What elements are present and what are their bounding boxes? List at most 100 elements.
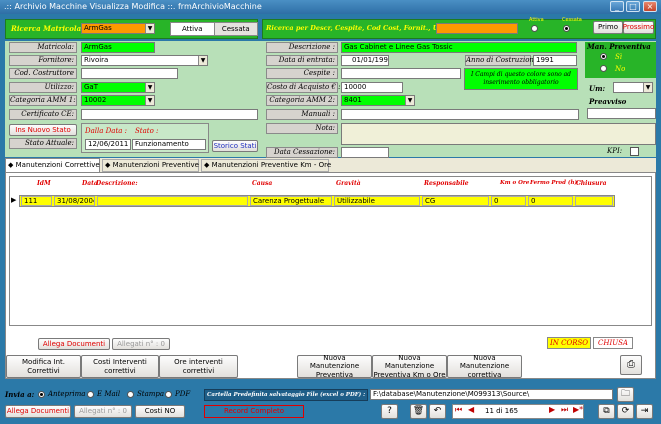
anno-costruzione-input[interactable]: 1991 — [533, 55, 577, 66]
row-selector-icon[interactable]: ▶ — [11, 196, 16, 204]
kpi-checkbox[interactable] — [630, 147, 639, 156]
print-preview-icon[interactable]: ⎙ — [620, 355, 642, 375]
filter-cessata-radio[interactable] — [563, 25, 570, 32]
matricola-label: Matricola: — [9, 42, 77, 53]
categoria-amm2-value: 8401 — [344, 96, 362, 104]
cell-causa: Carenza Progettuale — [250, 196, 332, 206]
allega-documenti-button[interactable]: Allega Documenti — [38, 338, 110, 350]
tab-manutenzioni-correttive[interactable]: ◆ Manutenzioni Correttive — [5, 158, 100, 172]
col-fermo-prod: Fermo Prod (h) : — [530, 180, 582, 186]
prev-record-icon[interactable]: ◀ — [468, 405, 474, 414]
descrizione-label: Descrizione : — [266, 42, 338, 53]
ricerca-matricola-combo[interactable]: ArmGas ▼ — [81, 23, 155, 34]
first-record-icon[interactable]: ⏮ — [455, 405, 462, 415]
storico-stati-button[interactable]: Storico Stati — [212, 140, 258, 152]
data-entrata-input[interactable]: 01/01/1991 — [341, 55, 389, 66]
cell-gravita: Utilizzabile — [334, 196, 420, 206]
new-record-icon[interactable]: ▶* — [573, 405, 583, 414]
next-record-icon[interactable]: ▶ — [549, 405, 555, 414]
primo-button[interactable]: Primo — [593, 21, 623, 34]
prossimo-button[interactable]: Prossimo — [623, 21, 654, 34]
chiusa-legend: CHIUSA — [593, 337, 633, 349]
chevron-down-icon[interactable]: ▼ — [198, 56, 207, 65]
refresh-icon[interactable]: ⟳ — [617, 404, 634, 419]
close-button[interactable]: × — [643, 1, 657, 12]
data-entrata-label: Data di entrata: — [266, 55, 338, 66]
chevron-down-icon[interactable]: ▼ — [145, 96, 154, 105]
tab-icon: ◆ — [8, 161, 14, 169]
chevron-down-icon[interactable]: ▼ — [643, 83, 652, 92]
cell-data: 31/08/2004 — [54, 196, 95, 206]
tab-manutenzioni-preventive[interactable]: ◆ Manutenzioni Preventive — [102, 159, 199, 172]
window-title: .:: Archivio Macchine Visualizza Modific… — [4, 2, 262, 11]
stampa-radio[interactable] — [127, 391, 134, 398]
folder-icon[interactable]: 🗀 — [617, 387, 634, 402]
certificato-ce-input[interactable] — [81, 109, 258, 120]
costo-acquisto-input[interactable]: 10000 — [341, 82, 403, 93]
costi-interventi-button[interactable]: Costi Interventi correttivi — [81, 355, 159, 378]
nota-textarea[interactable] — [341, 123, 656, 145]
preventiva-no-radio[interactable] — [600, 65, 607, 72]
footer-allega-documenti-button[interactable]: Allega Documenti — [5, 405, 71, 418]
modifica-int-correttivi-button[interactable]: Modifica Int. Correttivi — [6, 355, 81, 378]
ins-nuovo-stato-button[interactable]: Ins Nuovo Stato — [9, 124, 77, 136]
radio-dot-icon — [602, 55, 605, 58]
maximize-button[interactable]: □ — [626, 1, 640, 12]
in-corso-legend: IN CORSO — [547, 337, 591, 349]
um-combo[interactable]: ▼ — [613, 82, 653, 93]
tab-manutenzioni-preventive-km-ore[interactable]: ◆ Manutenzioni Preventive Km - Ore — [201, 159, 331, 172]
col-km-ore: Km o Ore — [500, 180, 530, 186]
stato-label: Stato : — [135, 127, 159, 135]
delete-icon[interactable]: 🗑 — [410, 404, 427, 419]
data-cessazione-input[interactable] — [341, 147, 389, 158]
descrizione-input[interactable]: Gas Cabinet e Linee Gas Tossic — [341, 42, 577, 53]
nuova-manutenzione-preventiva-button[interactable]: Nuova Manutenzione Preventiva — [297, 354, 372, 379]
nuova-manutenzione-preventiva-km-button[interactable]: Nuova Manutenzione Preventiva Km o Ore — [372, 354, 447, 379]
matricola-input[interactable]: ArmGas — [81, 42, 155, 53]
manuali-input[interactable] — [341, 109, 579, 120]
categoria-amm2-combo[interactable]: 8401 ▼ — [341, 95, 415, 106]
pdf-radio[interactable] — [165, 391, 172, 398]
undo-icon[interactable]: ↶ — [429, 404, 446, 419]
anteprima-radio[interactable] — [38, 391, 45, 398]
campi-obbligatori-note: I Campi di questo colore sono ad inserim… — [464, 68, 578, 90]
chevron-down-icon[interactable]: ▼ — [145, 83, 154, 92]
filter-attiva-radio[interactable] — [531, 25, 538, 32]
invia-a-label: Invia a: — [5, 390, 35, 399]
preavviso-input[interactable] — [587, 108, 656, 119]
record-counter: 11 di 165 — [485, 407, 519, 415]
cespite-input[interactable] — [341, 68, 461, 79]
ricerca-matricola-label: Ricerca Matricola: — [11, 24, 84, 33]
ricerca-descrizione-input[interactable] — [436, 23, 518, 34]
minimize-button[interactable]: _ — [610, 1, 624, 12]
cod-costruttore-input[interactable] — [81, 68, 178, 79]
fornitore-value: Rivoira — [84, 56, 109, 64]
help-icon[interactable]: ? — [381, 404, 398, 419]
attiva-toggle[interactable]: Attiva — [171, 23, 215, 35]
ore-interventi-button[interactable]: Ore interventi correttivi — [159, 355, 238, 378]
categoria-amm2-label: Categoria AMM 2: — [266, 95, 338, 106]
kpi-label: KPI: — [607, 147, 623, 155]
anno-costruzione-label: Anno di Costruzione: — [465, 55, 541, 66]
exit-door-icon[interactable]: ⇥ — [636, 404, 653, 419]
categoria-amm1-combo[interactable]: 10002 ▼ — [81, 95, 155, 106]
col-descrizione: Descrizione: — [96, 180, 138, 187]
cessata-toggle[interactable]: Cessata — [214, 23, 257, 35]
window-tile-icon[interactable]: ⧉ — [598, 404, 615, 419]
cartella-path-input[interactable]: F:\database\Manutenzione\M099313\Source\ — [370, 389, 613, 400]
chevron-down-icon[interactable]: ▼ — [145, 24, 154, 33]
utilizzo-combo[interactable]: GaT ▼ — [81, 82, 155, 93]
allegati-button[interactable]: Allegati n° : 0 — [112, 338, 170, 350]
ricerca-descrizione-label: Ricerca per Descr, Cespite, Cod Cost, Fo… — [266, 24, 455, 32]
preventiva-si-radio[interactable] — [600, 53, 607, 60]
email-radio[interactable] — [87, 391, 94, 398]
anteprima-label: Anteprima — [48, 390, 86, 398]
costi-no-button[interactable]: Costi NO — [135, 405, 185, 418]
ricerca-matricola-value: ArmGas — [84, 24, 112, 32]
dalla-data-label: Dalla Data : — [85, 127, 128, 135]
chevron-down-icon[interactable]: ▼ — [405, 96, 414, 105]
fornitore-combo[interactable]: Rivoira ▼ — [81, 55, 208, 66]
footer-allegati-button[interactable]: Allegati n° : 0 — [74, 405, 132, 418]
nuova-manutenzione-correttiva-button[interactable]: Nuova Manutenzione correttiva — [447, 354, 522, 379]
last-record-icon[interactable]: ⏭ — [561, 405, 568, 415]
